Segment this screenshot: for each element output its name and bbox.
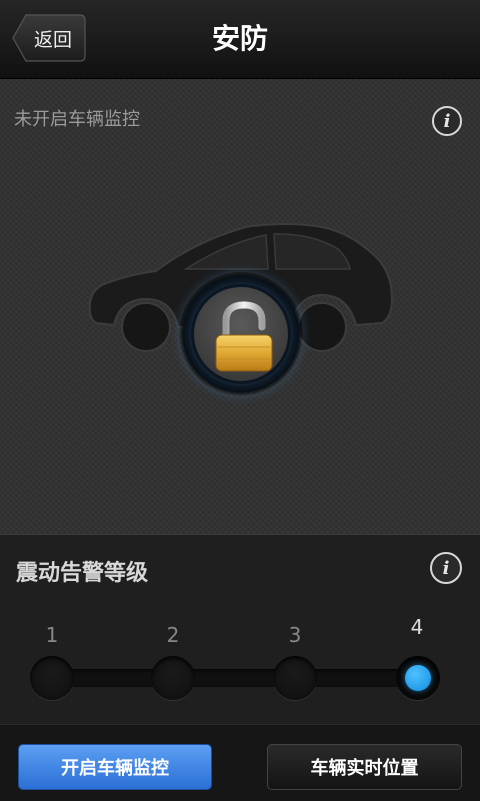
lock-status-inner [191, 284, 291, 384]
security-status-panel: 未开启车辆监控 i [0, 79, 480, 534]
level-label-3: 3 [288, 623, 302, 647]
level-label-2: 2 [166, 623, 180, 647]
page-title: 安防 [211, 22, 268, 55]
lock-status-indicator[interactable] [179, 272, 303, 396]
level-dot-2[interactable] [151, 656, 195, 700]
status-info-icon[interactable]: i [432, 106, 462, 136]
realtime-location-button[interactable]: 车辆实时位置 [267, 744, 462, 790]
vibration-info-icon[interactable]: i [430, 552, 462, 584]
monitor-status-text: 未开启车辆监控 [14, 109, 140, 130]
level-label-1: 1 [45, 623, 59, 647]
level-slider-track[interactable] [52, 669, 420, 687]
level-dot-4-selected[interactable] [396, 656, 440, 700]
unlocked-padlock-icon [215, 301, 273, 372]
level-dot-3[interactable] [273, 656, 317, 700]
vibration-level-section: 震动告警等级 i 1 2 3 4 [0, 534, 480, 725]
start-monitoring-button[interactable]: 开启车辆监控 [18, 744, 212, 790]
header-bar: 返回 安防 [0, 0, 480, 79]
level-dot-1[interactable] [30, 656, 74, 700]
bottom-action-bar: 开启车辆监控 车辆实时位置 [0, 724, 480, 801]
vibration-level-title: 震动告警等级 [16, 561, 149, 586]
level-label-4: 4 [410, 615, 424, 639]
